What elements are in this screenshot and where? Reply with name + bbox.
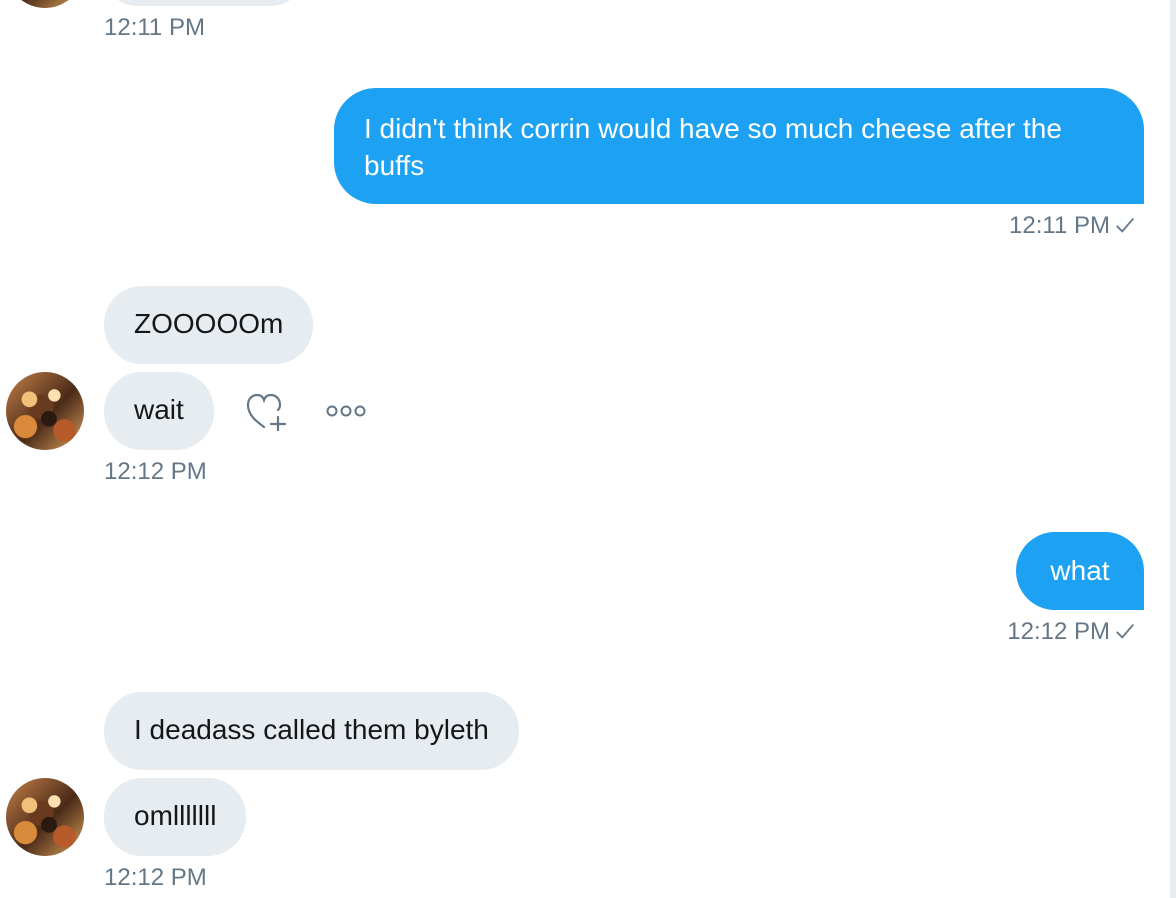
message-timestamp: 12:12 PM <box>1007 618 1110 645</box>
message-timestamp: 12:12 PM <box>104 864 207 891</box>
message-timestamp: 12:12 PM <box>104 458 207 485</box>
message-bubble-incoming[interactable]: ZOOOOOm <box>104 286 314 364</box>
message-bubble-incoming[interactable]: I deadass called them byleth <box>104 692 519 770</box>
avatar[interactable] <box>6 0 84 8</box>
message-bubble-incoming[interactable] <box>104 0 304 6</box>
message-text: wait <box>134 394 184 425</box>
more-options-button[interactable] <box>322 398 370 424</box>
conversation-thread[interactable]: 12:11 PM I didn't think corrin would hav… <box>0 0 1170 898</box>
message-bubble-outgoing[interactable]: I didn't think corrin would have so much… <box>334 88 1144 204</box>
message-status: 12:12 PM <box>1007 618 1136 646</box>
message-text: omlllllll <box>134 800 217 831</box>
message-bubble-outgoing[interactable]: what <box>1016 532 1144 610</box>
add-reaction-button[interactable] <box>242 390 290 432</box>
scrollbar[interactable] <box>1170 0 1176 898</box>
message-bubble-incoming[interactable]: wait <box>104 372 214 450</box>
message-timestamp: 12:11 PM <box>1009 212 1110 239</box>
avatar[interactable] <box>6 372 84 450</box>
message-text: I didn't think corrin would have so much… <box>364 113 1062 181</box>
avatar[interactable] <box>6 778 84 856</box>
message-timestamp: 12:11 PM <box>104 14 205 41</box>
message-text: what <box>1050 555 1110 586</box>
message-bubble-incoming[interactable]: omlllllll <box>104 778 247 856</box>
add-reaction-icon <box>246 393 287 431</box>
message-status: 12:11 PM <box>1009 212 1136 240</box>
checkmark-icon <box>1116 217 1134 233</box>
more-options-icon <box>326 405 366 417</box>
message-text: ZOOOOOm <box>134 308 284 339</box>
message-text: I deadass called them byleth <box>134 714 489 745</box>
checkmark-icon <box>1116 623 1134 639</box>
